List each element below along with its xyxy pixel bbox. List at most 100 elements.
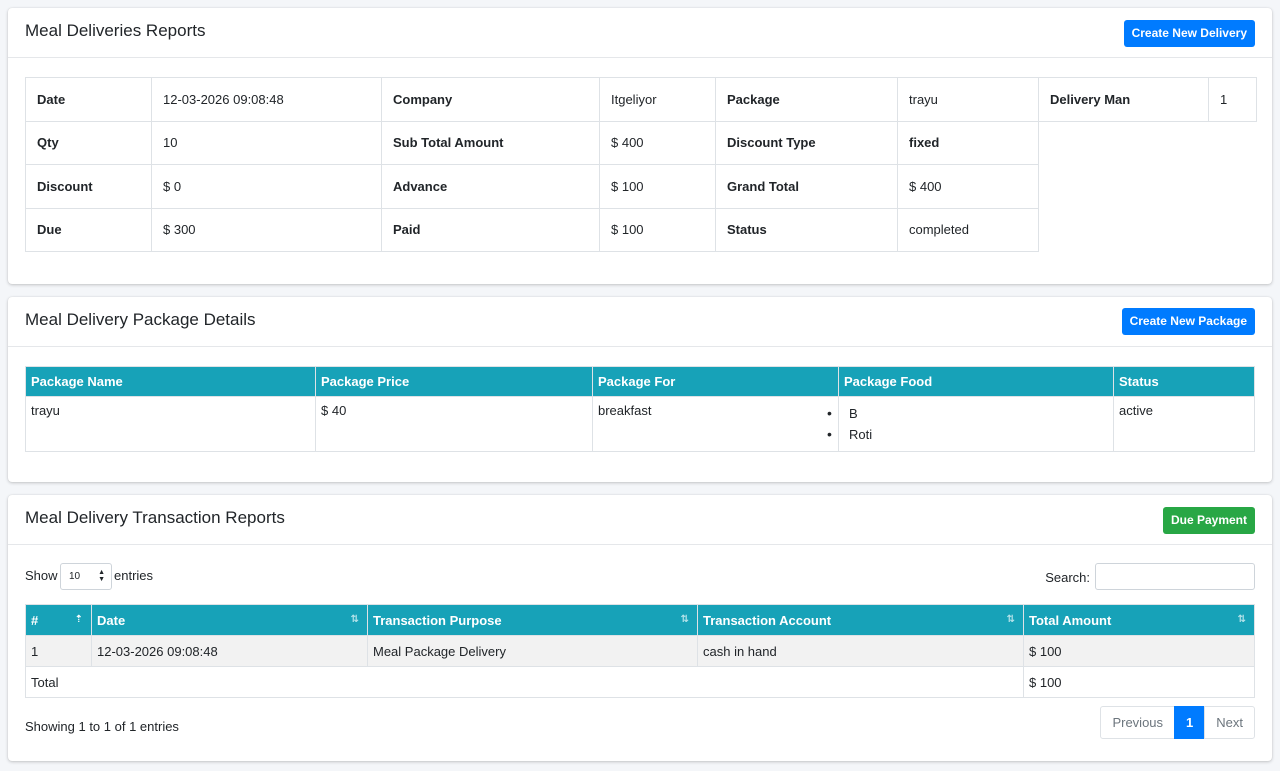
- tx-purpose-cell: Meal Package Delivery: [367, 635, 698, 667]
- sort-icon: ⇅: [1237, 614, 1246, 625]
- transactions-header-row: # ⇡ Date ⇅ Transaction Purpose ⇅ Transac…: [25, 604, 1255, 636]
- entries-value: 10: [69, 571, 81, 582]
- column-package-for: Package For: [592, 366, 839, 397]
- info-value: $ 100: [599, 164, 716, 209]
- total-row: Total $ 100: [25, 666, 1255, 698]
- transactions-card: Meal Delivery Transaction Reports Due Pa…: [8, 495, 1272, 761]
- info-value: $ 0: [151, 164, 382, 209]
- package-for-cell: breakfast: [592, 396, 839, 452]
- package-table: Package Name Package Price Package For P…: [25, 366, 1255, 452]
- info-row: Due $ 300 Paid $ 100 Status completed: [25, 207, 1257, 252]
- pagination-previous[interactable]: Previous: [1100, 706, 1176, 739]
- entries-label: entries: [114, 568, 154, 583]
- info-label: Delivery Man: [1038, 77, 1209, 122]
- info-label: Date: [25, 77, 152, 122]
- select-arrows-icon: ▲ ▼: [98, 569, 105, 583]
- transactions-table: # ⇡ Date ⇅ Transaction Purpose ⇅ Transac…: [25, 604, 1255, 698]
- sort-icon: ⇅: [1006, 614, 1015, 625]
- column-status: Status: [1113, 366, 1255, 397]
- info-row: Discount $ 0 Advance $ 100 Grand Total $…: [25, 164, 1257, 209]
- info-label: Discount Type: [715, 120, 898, 165]
- tx-number-cell: 1: [25, 635, 92, 667]
- info-empty: [1039, 208, 1257, 252]
- info-value: 12-03-2026 09:08:48: [151, 77, 382, 122]
- sort-icon: ⇅: [680, 614, 689, 625]
- delivery-info-table: Date 12-03-2026 09:08:48 Company Itgeliy…: [25, 77, 1257, 252]
- info-row: Qty 10 Sub Total Amount $ 400 Discount T…: [25, 120, 1257, 165]
- deliveries-title: Meal Deliveries Reports: [25, 21, 206, 40]
- pagination: Previous 1 Next: [1100, 706, 1255, 739]
- column-total-amount[interactable]: Total Amount ⇅: [1023, 604, 1255, 636]
- info-value: $ 400: [599, 120, 716, 165]
- create-new-package-button[interactable]: Create New Package: [1121, 308, 1255, 335]
- package-price-cell: $ 40: [315, 396, 593, 452]
- sort-icon: ⇅: [350, 614, 359, 625]
- info-value: 1: [1208, 77, 1257, 122]
- column-package-price: Package Price: [315, 366, 593, 397]
- info-value: fixed: [897, 120, 1039, 165]
- info-label: Package: [715, 77, 898, 122]
- info-value: completed: [897, 207, 1039, 252]
- info-value: $ 100: [599, 207, 716, 252]
- tx-account-cell: cash in hand: [697, 635, 1024, 667]
- info-label: Qty: [25, 120, 152, 165]
- table-row: trayu $ 40 breakfast B Roti active: [25, 396, 1255, 452]
- info-label: Company: [381, 77, 600, 122]
- pagination-next[interactable]: Next: [1204, 706, 1255, 739]
- column-package-name: Package Name: [25, 366, 316, 397]
- deliveries-card: Meal Deliveries Reports Create New Deliv…: [8, 8, 1272, 284]
- package-card: Meal Delivery Package Details Create New…: [8, 297, 1272, 482]
- create-new-delivery-button[interactable]: Create New Delivery: [1123, 20, 1255, 47]
- package-header-row: Package Name Package Price Package For P…: [25, 366, 1255, 397]
- info-empty: [1039, 121, 1257, 165]
- info-value: trayu: [897, 77, 1039, 122]
- package-food-cell: B Roti: [827, 396, 1114, 452]
- info-label: Paid: [381, 207, 600, 252]
- column-amount-label: Total Amount: [1029, 612, 1112, 628]
- column-number[interactable]: # ⇡: [25, 604, 92, 636]
- package-status-cell: active: [1113, 396, 1255, 452]
- due-payment-button[interactable]: Due Payment: [1162, 507, 1255, 534]
- column-date[interactable]: Date ⇅: [91, 604, 368, 636]
- info-label: Due: [25, 207, 152, 252]
- info-label: Grand Total: [715, 164, 898, 209]
- package-card-header: Meal Delivery Package Details Create New…: [8, 297, 1272, 347]
- package-name-cell: trayu: [25, 396, 316, 452]
- search-label: Search:: [1045, 570, 1090, 585]
- total-amount: $ 100: [1023, 666, 1255, 698]
- package-title: Meal Delivery Package Details: [25, 310, 256, 329]
- list-item: Roti: [827, 424, 1108, 445]
- total-label: Total: [25, 666, 1024, 698]
- info-value: 10: [151, 120, 382, 165]
- info-label: Sub Total Amount: [381, 120, 600, 165]
- entries-select[interactable]: 10 ▲ ▼: [60, 563, 112, 590]
- info-label: Advance: [381, 164, 600, 209]
- transactions-title: Meal Delivery Transaction Reports: [25, 508, 285, 527]
- info-label: Discount: [25, 164, 152, 209]
- list-item: B: [827, 403, 1108, 424]
- info-value: $ 400: [897, 164, 1039, 209]
- package-food-list: B Roti: [827, 403, 1108, 445]
- column-number-label: #: [31, 612, 39, 628]
- deliveries-card-header: Meal Deliveries Reports Create New Deliv…: [8, 8, 1272, 58]
- tx-date-cell: 12-03-2026 09:08:48: [91, 635, 368, 667]
- column-date-label: Date: [97, 612, 126, 628]
- table-row: 1 12-03-2026 09:08:48 Meal Package Deliv…: [25, 635, 1255, 667]
- sort-asc-icon: ⇡: [74, 614, 83, 625]
- column-package-food: Package Food: [838, 366, 1114, 397]
- datatable-info: Showing 1 to 1 of 1 entries: [25, 719, 179, 734]
- transactions-card-header: Meal Delivery Transaction Reports Due Pa…: [8, 495, 1272, 545]
- info-empty: [1039, 165, 1257, 209]
- info-value: $ 300: [151, 207, 382, 252]
- column-transaction-purpose[interactable]: Transaction Purpose ⇅: [367, 604, 698, 636]
- tx-amount-cell: $ 100: [1023, 635, 1255, 667]
- search-input[interactable]: [1095, 563, 1255, 590]
- info-value: Itgeliyor: [599, 77, 716, 122]
- show-label: Show: [25, 568, 58, 583]
- column-account-label: Transaction Account: [703, 612, 832, 628]
- info-label: Status: [715, 207, 898, 252]
- pagination-page-1[interactable]: 1: [1174, 706, 1206, 739]
- column-purpose-label: Transaction Purpose: [373, 612, 502, 628]
- info-row: Date 12-03-2026 09:08:48 Company Itgeliy…: [25, 77, 1257, 122]
- column-transaction-account[interactable]: Transaction Account ⇅: [697, 604, 1024, 636]
